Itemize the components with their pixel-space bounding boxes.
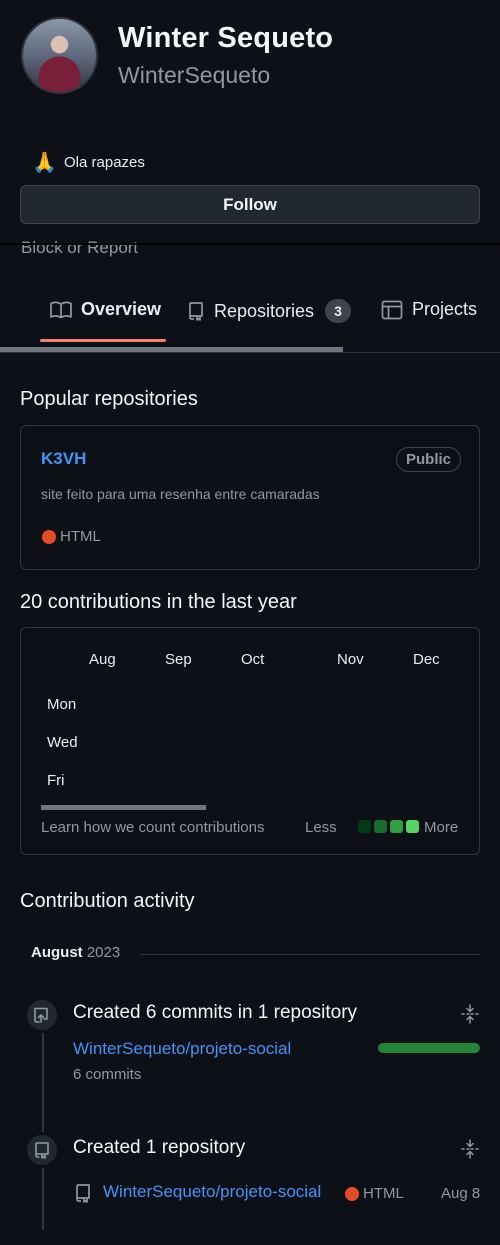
repo-icon (74, 1183, 92, 1208)
activity-month-heading: August 2023 (31, 944, 120, 961)
profile-username: WinterSequeto (118, 62, 271, 88)
legend-level-3 (390, 820, 403, 833)
contribution-activity-title: Contribution activity (20, 890, 195, 912)
status-text: Ola rapazes (64, 154, 145, 171)
month-label: Sep (165, 651, 192, 668)
event-date: Aug 8 (441, 1185, 481, 1202)
legend-level-2 (374, 820, 387, 833)
month-label: Oct (241, 651, 265, 668)
event-repo-link[interactable]: WinterSequeto/projeto-social (73, 1039, 291, 1059)
repo-icon (24, 1132, 60, 1168)
event-repo-language: HTML (363, 1185, 404, 1202)
legend-less-label: Less (305, 819, 337, 836)
repo-description: site feito para uma resenha entre camara… (41, 486, 320, 502)
learn-contributions-link[interactable]: Learn how we count contributions (41, 819, 264, 836)
tab-projects-label: Projects (412, 299, 478, 319)
weekday-label: Mon (47, 696, 77, 713)
calendar-scrollbar[interactable] (41, 805, 206, 810)
month-label: Dec (413, 651, 440, 668)
contributions-title: 20 contributions in the last year (20, 591, 297, 613)
tab-repositories-label: Repositories (214, 300, 315, 321)
activity-month: August (31, 944, 83, 961)
month-divider (140, 954, 480, 955)
repositories-count-badge: 3 (325, 299, 352, 323)
status-emoji-icon: 🙏 (32, 152, 57, 174)
tab-overview-label: Overview (81, 299, 162, 319)
timeline-line (42, 1000, 44, 1230)
divider (0, 243, 500, 245)
repo-visibility-badge: Public (396, 447, 462, 472)
repo-name-link[interactable]: K3VH (41, 449, 86, 469)
tab-repositories[interactable]: Repositories 3 (187, 299, 352, 323)
follow-button[interactable]: Follow (20, 185, 480, 224)
repo-language: HTML (60, 528, 101, 545)
legend-level-1 (358, 820, 371, 833)
tab-overview[interactable]: Overview (50, 299, 161, 320)
profile-full-name: Winter Sequeto (118, 22, 334, 54)
language-color-dot (42, 530, 56, 544)
avatar[interactable] (21, 17, 98, 94)
commit-progress-bar (378, 1043, 480, 1053)
language-color-dot (345, 1187, 359, 1201)
month-label: Aug (89, 651, 116, 668)
fold-icon[interactable] (460, 1139, 480, 1164)
weekday-label: Fri (47, 772, 65, 789)
event-title: Created 1 repository (73, 1137, 246, 1158)
weekday-label: Wed (47, 734, 78, 751)
legend-more-label: More (424, 819, 459, 836)
activity-year: 2023 (86, 944, 121, 961)
tab-projects[interactable]: Projects (381, 299, 477, 320)
active-tab-indicator (40, 339, 166, 342)
block-or-report-link[interactable]: Block or Report (21, 238, 138, 258)
event-title: Created 6 commits in 1 repository (73, 1002, 358, 1023)
legend-level-4 (406, 820, 419, 833)
event-repo-link[interactable]: WinterSequeto/projeto-social (103, 1182, 321, 1202)
tabs-divider (0, 352, 500, 353)
popular-repositories-title: Popular repositories (20, 388, 198, 410)
book-icon (50, 301, 72, 318)
fold-icon[interactable] (460, 1004, 480, 1029)
event-commit-count[interactable]: 6 commits (73, 1066, 141, 1083)
repo-push-icon (24, 997, 60, 1033)
table-icon (381, 300, 403, 319)
repo-icon (189, 302, 203, 321)
month-label: Nov (337, 651, 364, 668)
